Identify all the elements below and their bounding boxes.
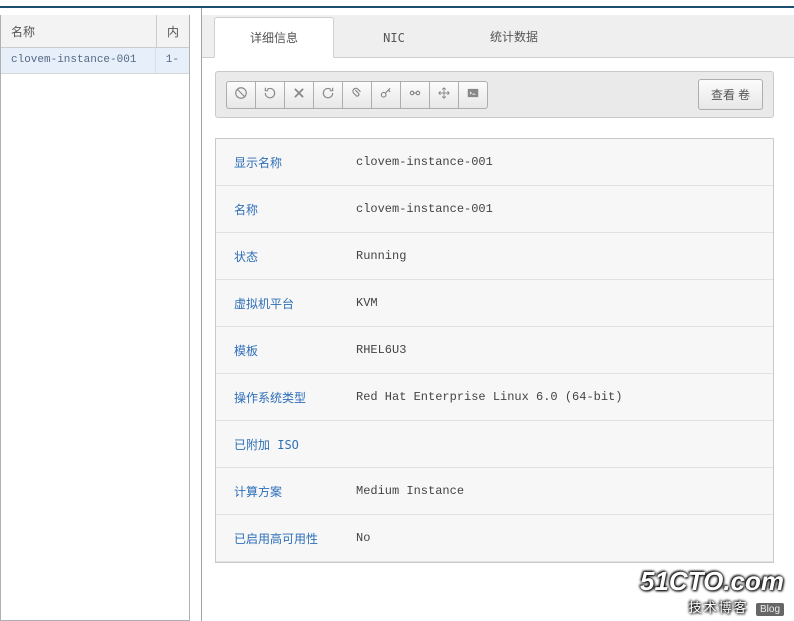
detail-label: 虚拟机平台 xyxy=(216,295,356,312)
detail-value: clovem-instance-001 xyxy=(356,202,493,216)
refresh-button[interactable] xyxy=(313,81,343,109)
tab-detail[interactable]: 详细信息 xyxy=(214,17,334,58)
view-volumes-button[interactable]: 查看 卷 xyxy=(698,79,763,110)
move-icon xyxy=(437,86,451,103)
link-button[interactable] xyxy=(400,81,430,109)
detail-row-attached-iso: 已附加 ISO xyxy=(216,421,773,468)
tab-detail-body: 查看 卷 显示名称 clovem-instance-001 名称 clovem-… xyxy=(202,58,794,621)
detail-value: RHEL6U3 xyxy=(356,343,406,357)
tab-nic[interactable]: NIC xyxy=(334,19,454,57)
detail-row-state: 状态 Running xyxy=(216,233,773,280)
detail-value: Red Hat Enterprise Linux 6.0 (64-bit) xyxy=(356,390,622,404)
detail-value: clovem-instance-001 xyxy=(356,155,493,169)
detail-label: 显示名称 xyxy=(216,154,356,171)
console-icon xyxy=(466,86,480,103)
link-icon xyxy=(408,86,422,103)
instance-row-inner: 1- xyxy=(156,48,189,73)
attach-icon xyxy=(350,86,364,103)
action-toolbar: 查看 卷 xyxy=(215,71,774,118)
tab-stats[interactable]: 统计数据 xyxy=(454,16,574,57)
detail-value: Running xyxy=(356,249,406,263)
tab-bar: 详细信息 NIC 统计数据 xyxy=(202,15,794,58)
instance-list-header: 名称 内 xyxy=(1,15,189,48)
detail-property-list: 显示名称 clovem-instance-001 名称 clovem-insta… xyxy=(215,138,774,563)
restart-button[interactable] xyxy=(255,81,285,109)
detail-label: 已附加 ISO xyxy=(216,436,356,453)
instance-list-panel: 名称 内 clovem-instance-001 1- xyxy=(0,15,190,621)
col-header-name: 名称 xyxy=(1,15,157,47)
attach-button[interactable] xyxy=(342,81,372,109)
key-icon xyxy=(379,86,393,103)
detail-label: 名称 xyxy=(216,201,356,218)
detail-row-display-name: 显示名称 clovem-instance-001 xyxy=(216,139,773,186)
stop-icon xyxy=(234,86,248,103)
detail-label: 已启用高可用性 xyxy=(216,530,356,547)
detail-row-template: 模板 RHEL6U3 xyxy=(216,327,773,374)
refresh-icon xyxy=(321,86,335,103)
detail-row-ha-enabled: 已启用高可用性 No xyxy=(216,515,773,562)
col-header-inner: 内 xyxy=(157,15,189,47)
detail-row-compute-offering: 计算方案 Medium Instance xyxy=(216,468,773,515)
detail-label: 操作系统类型 xyxy=(216,389,356,406)
delete-button[interactable] xyxy=(284,81,314,109)
migrate-button[interactable] xyxy=(429,81,459,109)
detail-value: KVM xyxy=(356,296,378,310)
detail-value: No xyxy=(356,531,370,545)
detail-row-name: 名称 clovem-instance-001 xyxy=(216,186,773,233)
instance-row-name: clovem-instance-001 xyxy=(1,48,156,73)
delete-icon xyxy=(292,86,306,103)
detail-value: Medium Instance xyxy=(356,484,464,498)
detail-label: 计算方案 xyxy=(216,483,356,500)
instance-row[interactable]: clovem-instance-001 1- xyxy=(1,48,189,74)
detail-panel: 详细信息 NIC 统计数据 xyxy=(201,8,794,621)
restart-icon xyxy=(263,86,277,103)
top-accent-bar xyxy=(0,0,794,8)
detail-row-os-type: 操作系统类型 Red Hat Enterprise Linux 6.0 (64-… xyxy=(216,374,773,421)
detail-row-hypervisor: 虚拟机平台 KVM xyxy=(216,280,773,327)
detail-label: 模板 xyxy=(216,342,356,359)
detail-label: 状态 xyxy=(216,248,356,265)
stop-button[interactable] xyxy=(226,81,256,109)
reset-pw-button[interactable] xyxy=(371,81,401,109)
console-button[interactable] xyxy=(458,81,488,109)
